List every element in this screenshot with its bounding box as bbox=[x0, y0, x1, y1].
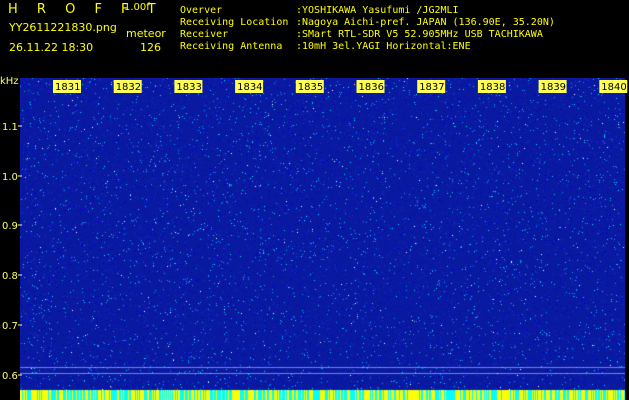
time-label: 1839 bbox=[538, 80, 567, 93]
time-label-text: 1833 bbox=[176, 82, 201, 93]
y-tick-label: 0.9 bbox=[2, 221, 18, 232]
y-axis-unit: kHz bbox=[0, 76, 19, 87]
time-label: 1838 bbox=[477, 80, 506, 93]
y-tick-label: 1.1 bbox=[2, 122, 18, 133]
y-tick-label: 0.7 bbox=[2, 321, 18, 332]
time-label-text: 1838 bbox=[480, 82, 505, 93]
time-label: 1840 bbox=[599, 80, 628, 93]
time-label: 1837 bbox=[417, 80, 446, 93]
time-label: 1832 bbox=[113, 80, 142, 93]
y-axis-ticks: kHz 1.1 1.0 0.9 0.8 0.7 0.6 bbox=[0, 76, 22, 382]
time-label-text: 1832 bbox=[116, 82, 141, 93]
time-label: 1836 bbox=[356, 80, 385, 93]
time-label: 1833 bbox=[174, 80, 203, 93]
location-key: Receiving Location bbox=[180, 17, 289, 28]
observer-key: Overver bbox=[180, 5, 223, 16]
receiver-value: :SMart RTL-SDR V5 52.905MHz USB TACHIKAW… bbox=[296, 29, 543, 40]
time-label-text: 1840 bbox=[601, 82, 626, 93]
time-label-text: 1834 bbox=[237, 82, 262, 93]
y-tick-label: 0.8 bbox=[2, 271, 18, 282]
y-tick-label: 1.0 bbox=[2, 172, 18, 183]
version-label: 1.00f bbox=[124, 2, 150, 13]
filename-label: YY2611221830.png bbox=[9, 21, 117, 34]
datetime-label: 26.11.22 18:30 bbox=[9, 41, 94, 54]
time-label: 1835 bbox=[295, 80, 324, 93]
meteor-count: 126 bbox=[140, 41, 161, 54]
time-labels: 1831 1832 1833 1834 1835 1836 1837 1838 1839 1840 bbox=[53, 80, 628, 93]
time-label-text: 1835 bbox=[298, 82, 323, 93]
location-value: :Nagoya Aichi-pref. JAPAN (136.90E, 35.2… bbox=[296, 17, 555, 28]
time-label-text: 1837 bbox=[419, 82, 444, 93]
y-tick-label: 0.6 bbox=[2, 371, 18, 382]
header: H R O F F T 1.00f YY2611221830.png meteo… bbox=[0, 0, 629, 76]
time-label: 1834 bbox=[235, 80, 264, 93]
time-label: 1831 bbox=[53, 80, 81, 93]
waterfall-axis: kHz1.11.00.90.80.70.6 1831 1832 1833 1834 18… bbox=[0, 76, 628, 382]
meteor-label: meteor bbox=[126, 27, 166, 40]
antenna-value: :10mH 3el.YAGI Horizontal:ENE bbox=[296, 41, 471, 52]
antenna-key: Receiving Antenna bbox=[180, 41, 283, 52]
time-label-text: 1839 bbox=[541, 82, 566, 93]
time-label-text: 1831 bbox=[55, 82, 80, 93]
receiver-key: Receiver bbox=[180, 29, 229, 40]
time-label-text: 1836 bbox=[359, 82, 384, 93]
observer-value: :YOSHIKAWA Yasufumi /JG2MLI bbox=[296, 5, 459, 16]
